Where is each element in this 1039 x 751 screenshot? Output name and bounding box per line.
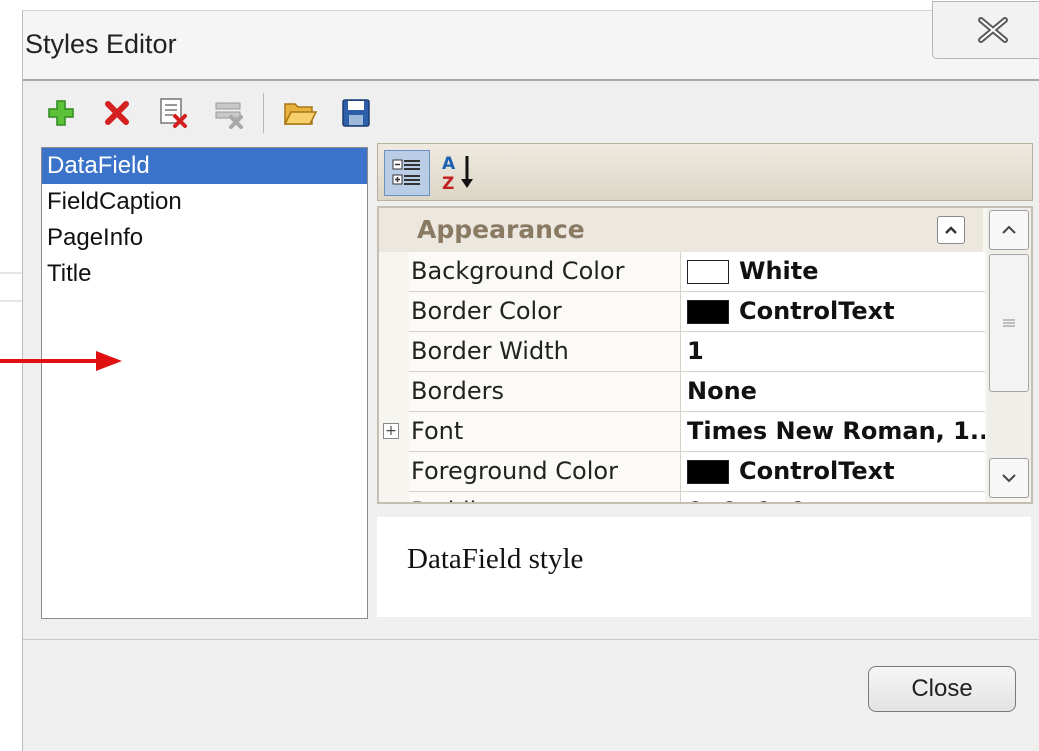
list-item[interactable]: FieldCaption [42, 184, 367, 220]
clear-styles-button[interactable] [207, 93, 251, 133]
color-swatch [687, 299, 729, 324]
property-value[interactable]: ControlText [681, 452, 985, 491]
property-row[interactable]: Borders None [409, 372, 985, 412]
property-grid: Appearance Background Color White Border… [377, 206, 1033, 504]
categorized-button[interactable] [384, 150, 430, 196]
title-bar: Styles Editor [23, 1, 1039, 79]
delete-icon [105, 101, 129, 125]
toolbar-separator [263, 93, 264, 133]
title-divider [23, 79, 1039, 81]
property-value[interactable]: 1 [681, 332, 985, 371]
color-swatch [687, 459, 729, 484]
property-value[interactable]: Times New Roman, 1... [681, 412, 985, 451]
property-grid-toolbar: A Z [377, 143, 1033, 201]
property-row[interactable]: Background Color White [409, 252, 985, 292]
open-folder-icon [283, 103, 317, 125]
property-value[interactable]: ControlText [681, 292, 985, 331]
remove-style-icon [160, 98, 187, 128]
property-row[interactable]: + Font Times New Roman, 1... [383, 412, 985, 452]
clear-icon [215, 102, 243, 129]
property-name: + Padding [409, 492, 681, 502]
list-item[interactable]: DataField [42, 148, 367, 184]
annotation-arrow-icon [0, 351, 122, 371]
chevron-down-icon [1002, 474, 1016, 483]
window-close-button[interactable] [932, 1, 1039, 59]
property-name: Borders [409, 372, 681, 411]
property-name: Border Color [409, 292, 681, 331]
style-description: DataField style [407, 543, 584, 575]
svg-text:Z: Z [442, 174, 454, 192]
property-grid-scrollbar[interactable] [987, 208, 1031, 498]
add-icon [48, 100, 74, 126]
svg-text:A: A [442, 154, 456, 174]
property-name: Foreground Color [409, 452, 681, 491]
property-name: + Font [383, 412, 681, 451]
property-name: Border Width [409, 332, 681, 371]
color-swatch [687, 259, 729, 284]
description-panel: DataField style [377, 517, 1031, 617]
sort-az-icon: A Z [442, 154, 473, 192]
close-button[interactable]: Close [868, 666, 1016, 712]
open-button[interactable] [278, 93, 322, 133]
window-title: Styles Editor [25, 29, 177, 59]
styles-list[interactable]: DataField FieldCaption PageInfo Title [41, 147, 368, 619]
categorized-icon [392, 159, 420, 185]
property-row[interactable]: Border Width 1 [409, 332, 985, 372]
category-header: Appearance [379, 208, 983, 252]
collapse-category-button[interactable] [937, 216, 965, 244]
property-row[interactable]: Border Color ControlText [409, 292, 985, 332]
alphabetical-button[interactable]: A Z [436, 150, 480, 194]
delete-style-button[interactable] [95, 93, 139, 133]
expand-icon[interactable]: + [383, 423, 399, 439]
footer-divider [23, 639, 1039, 640]
property-name: Background Color [409, 252, 681, 291]
remove-style-button[interactable] [151, 93, 195, 133]
property-value[interactable]: None [681, 372, 985, 411]
chevron-up-icon [1002, 225, 1016, 234]
scroll-thumb[interactable] [989, 254, 1029, 392]
grip-icon [1003, 319, 1015, 327]
property-row[interactable]: + Padding 0, 0, 0, 0 [409, 492, 985, 502]
scroll-down-button[interactable] [989, 458, 1029, 498]
property-row[interactable]: Foreground Color ControlText [409, 452, 985, 492]
styles-toolbar [39, 91, 390, 135]
property-rows: Background Color White Border Color Cont… [383, 252, 985, 502]
expand-icon[interactable]: + [383, 503, 399, 504]
property-value[interactable]: White [681, 252, 985, 291]
chevron-up-icon [945, 226, 957, 234]
property-value[interactable]: 0, 0, 0, 0 [681, 492, 985, 502]
save-button[interactable] [334, 93, 378, 133]
add-style-button[interactable] [39, 93, 83, 133]
list-item[interactable]: Title [42, 256, 367, 292]
styles-editor-dialog: Styles Editor DataField FieldCaption Pag… [22, 1, 1039, 751]
scroll-up-button[interactable] [989, 210, 1029, 250]
category-label: Appearance [417, 215, 585, 244]
list-item[interactable]: PageInfo [42, 220, 367, 256]
close-icon [978, 17, 1008, 43]
save-icon [342, 99, 370, 127]
